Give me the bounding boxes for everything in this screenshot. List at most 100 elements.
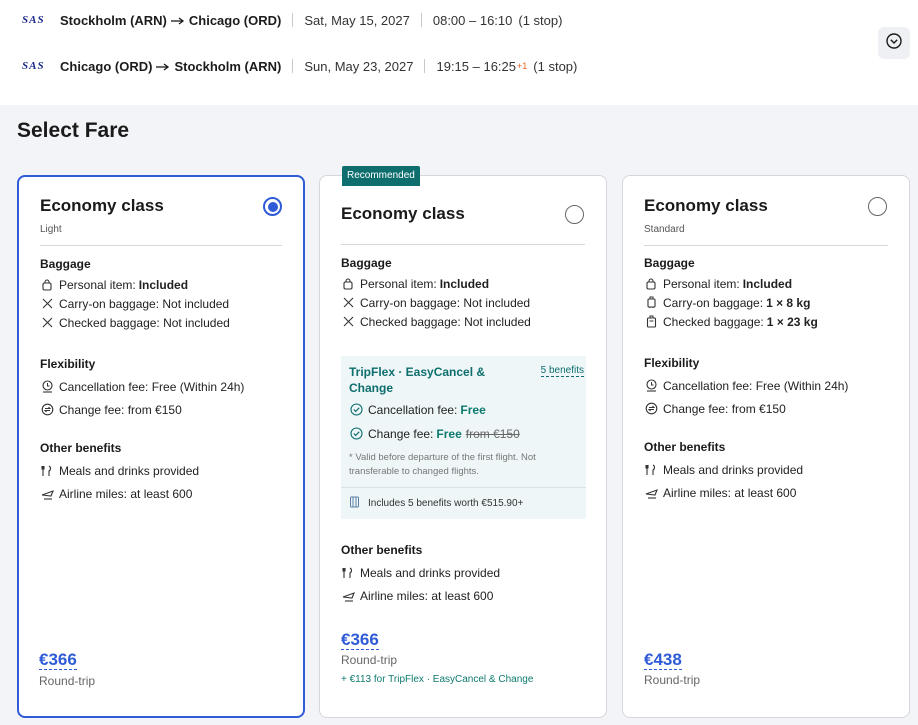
carry-on-suitcase-icon	[644, 296, 658, 310]
chevron-down-icon	[886, 32, 902, 54]
other-benefits-heading: Other benefits	[644, 440, 726, 454]
checked-baggage-feature: Checked baggage: Not included	[341, 312, 585, 331]
meal-icon	[644, 463, 658, 477]
fare-price: €438	[644, 650, 682, 670]
itinerary-summary: SAS Stockholm (ARN) Chicago (ORD) Sat, M…	[0, 0, 918, 105]
fare-tier-label: Light	[40, 224, 62, 235]
cancellation-feature: Cancellation fee: Free (Within 24h)	[644, 374, 888, 397]
personal-item-feature: Personal item: Included	[341, 274, 585, 293]
fare-radio-button[interactable]	[565, 205, 584, 224]
close-icon	[341, 296, 355, 310]
check-circle-icon	[349, 427, 363, 441]
price-note: Round-trip	[39, 674, 96, 688]
baggage-heading: Baggage	[644, 256, 695, 270]
divider	[424, 59, 426, 73]
fare-card-standard[interactable]: Economy class Standard Baggage Personal …	[622, 175, 910, 718]
tripflex-addon-price: + €113 for TripFlex · EasyCancel & Chang…	[341, 674, 534, 685]
change-fee-feature: Change fee: from €150	[644, 397, 888, 420]
cancel-fee-icon	[644, 379, 658, 393]
divider	[292, 13, 294, 27]
miles-icon	[644, 486, 658, 500]
checked-baggage-feature: Checked baggage: 1 × 23 kg	[644, 312, 888, 331]
fare-card-light[interactable]: Economy class Light Baggage Personal ite…	[17, 175, 305, 718]
meals-feature: Meals and drinks provided	[40, 459, 282, 482]
flight-time: 08:00 – 16:10	[432, 12, 513, 28]
tripflex-change-feature: Change fee: Free from €150	[349, 424, 520, 443]
meals-feature: Meals and drinks provided	[644, 458, 888, 481]
change-fee-feature: Change fee: from €150	[40, 398, 282, 421]
personal-item-feature: Personal item: Included	[644, 274, 888, 293]
divider	[420, 13, 422, 27]
baggage-heading: Baggage	[40, 257, 91, 271]
tripflex-includes: Includes 5 benefits worth €515.90+	[341, 487, 586, 519]
airline-logo: SAS	[22, 60, 45, 72]
flexibility-heading: Flexibility	[40, 357, 96, 371]
bag-icon	[644, 277, 658, 291]
tripflex-benefits-link[interactable]: 5 benefits	[540, 365, 584, 377]
fare-radio-button[interactable]	[868, 197, 887, 216]
baggage-heading: Baggage	[341, 256, 392, 270]
close-icon	[40, 297, 54, 311]
meal-icon	[341, 566, 355, 580]
route-origin: Chicago (ORD)	[60, 58, 153, 74]
flight-time: 19:15 – 16:25	[436, 58, 517, 74]
divider	[292, 59, 294, 73]
flexibility-heading: Flexibility	[644, 356, 700, 370]
flight-date: Sun, May 23, 2027	[304, 58, 414, 74]
return-flight-row: SAS Chicago (ORD) Stockholm (ARN) Sun, M…	[22, 54, 577, 78]
outbound-flight-row: SAS Stockholm (ARN) Chicago (ORD) Sat, M…	[22, 8, 562, 32]
tripflex-panel: TripFlex · EasyCancel & Change 5 benefit…	[341, 356, 586, 519]
page-title: Select Fare	[17, 119, 130, 142]
miles-icon	[341, 589, 355, 603]
price-note: Round-trip	[341, 653, 398, 667]
divider	[644, 245, 888, 246]
fare-tier-label: Standard	[644, 224, 685, 235]
meal-icon	[40, 464, 54, 478]
gift-icon	[349, 496, 360, 511]
cancel-fee-icon	[40, 380, 54, 394]
flight-stops: (1 stop)	[518, 12, 563, 28]
change-fee-icon	[40, 403, 54, 417]
meals-feature: Meals and drinks provided	[341, 561, 585, 584]
tripflex-cancellation-feature: Cancellation fee: Free	[349, 400, 486, 419]
check-circle-icon	[349, 403, 363, 417]
other-benefits-heading: Other benefits	[40, 441, 122, 455]
fare-class-title: Economy class	[644, 196, 768, 215]
arrow-right-icon	[170, 13, 185, 28]
expand-itinerary-button[interactable]	[878, 27, 910, 59]
airline-miles-feature: Airline miles: at least 600	[40, 482, 282, 505]
miles-icon	[40, 487, 54, 501]
personal-item-feature: Personal item: Included	[40, 275, 282, 294]
close-icon	[341, 315, 355, 329]
price-note: Round-trip	[644, 673, 701, 687]
change-fee-icon	[644, 402, 658, 416]
flight-stops: (1 stop)	[533, 58, 578, 74]
tripflex-note: * Valid before departure of the first fl…	[349, 452, 536, 477]
recommended-badge: Recommended	[342, 166, 420, 186]
divider	[40, 245, 282, 246]
flight-date: Sat, May 15, 2027	[304, 12, 410, 28]
route-destination: Chicago (ORD)	[188, 12, 282, 28]
route-origin: Stockholm (ARN)	[60, 12, 167, 28]
fare-card-recommended[interactable]: Recommended Economy class Baggage Person…	[319, 166, 607, 718]
fare-class-title: Economy class	[40, 196, 164, 215]
checked-baggage-feature: Checked baggage: Not included	[40, 313, 282, 332]
airline-miles-feature: Airline miles: at least 600	[341, 584, 585, 607]
fare-price: €366	[39, 650, 77, 670]
carry-on-feature: Carry-on baggage: Not included	[40, 294, 282, 313]
fare-radio-button[interactable]	[263, 197, 282, 216]
bag-icon	[341, 277, 355, 291]
carry-on-feature: Carry-on baggage: 1 × 8 kg	[644, 293, 888, 312]
suitcase-icon	[644, 315, 658, 329]
tripflex-title: TripFlex · EasyCancel & Change	[349, 365, 486, 395]
divider	[341, 244, 585, 245]
airline-miles-feature: Airline miles: at least 600	[644, 481, 888, 504]
route-destination: Stockholm (ARN)	[174, 58, 282, 74]
carry-on-feature: Carry-on baggage: Not included	[341, 293, 585, 312]
cancellation-feature: Cancellation fee: Free (Within 24h)	[40, 375, 282, 398]
fare-price: €366	[341, 630, 379, 650]
close-icon	[40, 316, 54, 330]
day-offset: +1	[517, 61, 528, 71]
other-benefits-heading: Other benefits	[341, 543, 423, 557]
fare-class-title: Economy class	[341, 204, 465, 223]
